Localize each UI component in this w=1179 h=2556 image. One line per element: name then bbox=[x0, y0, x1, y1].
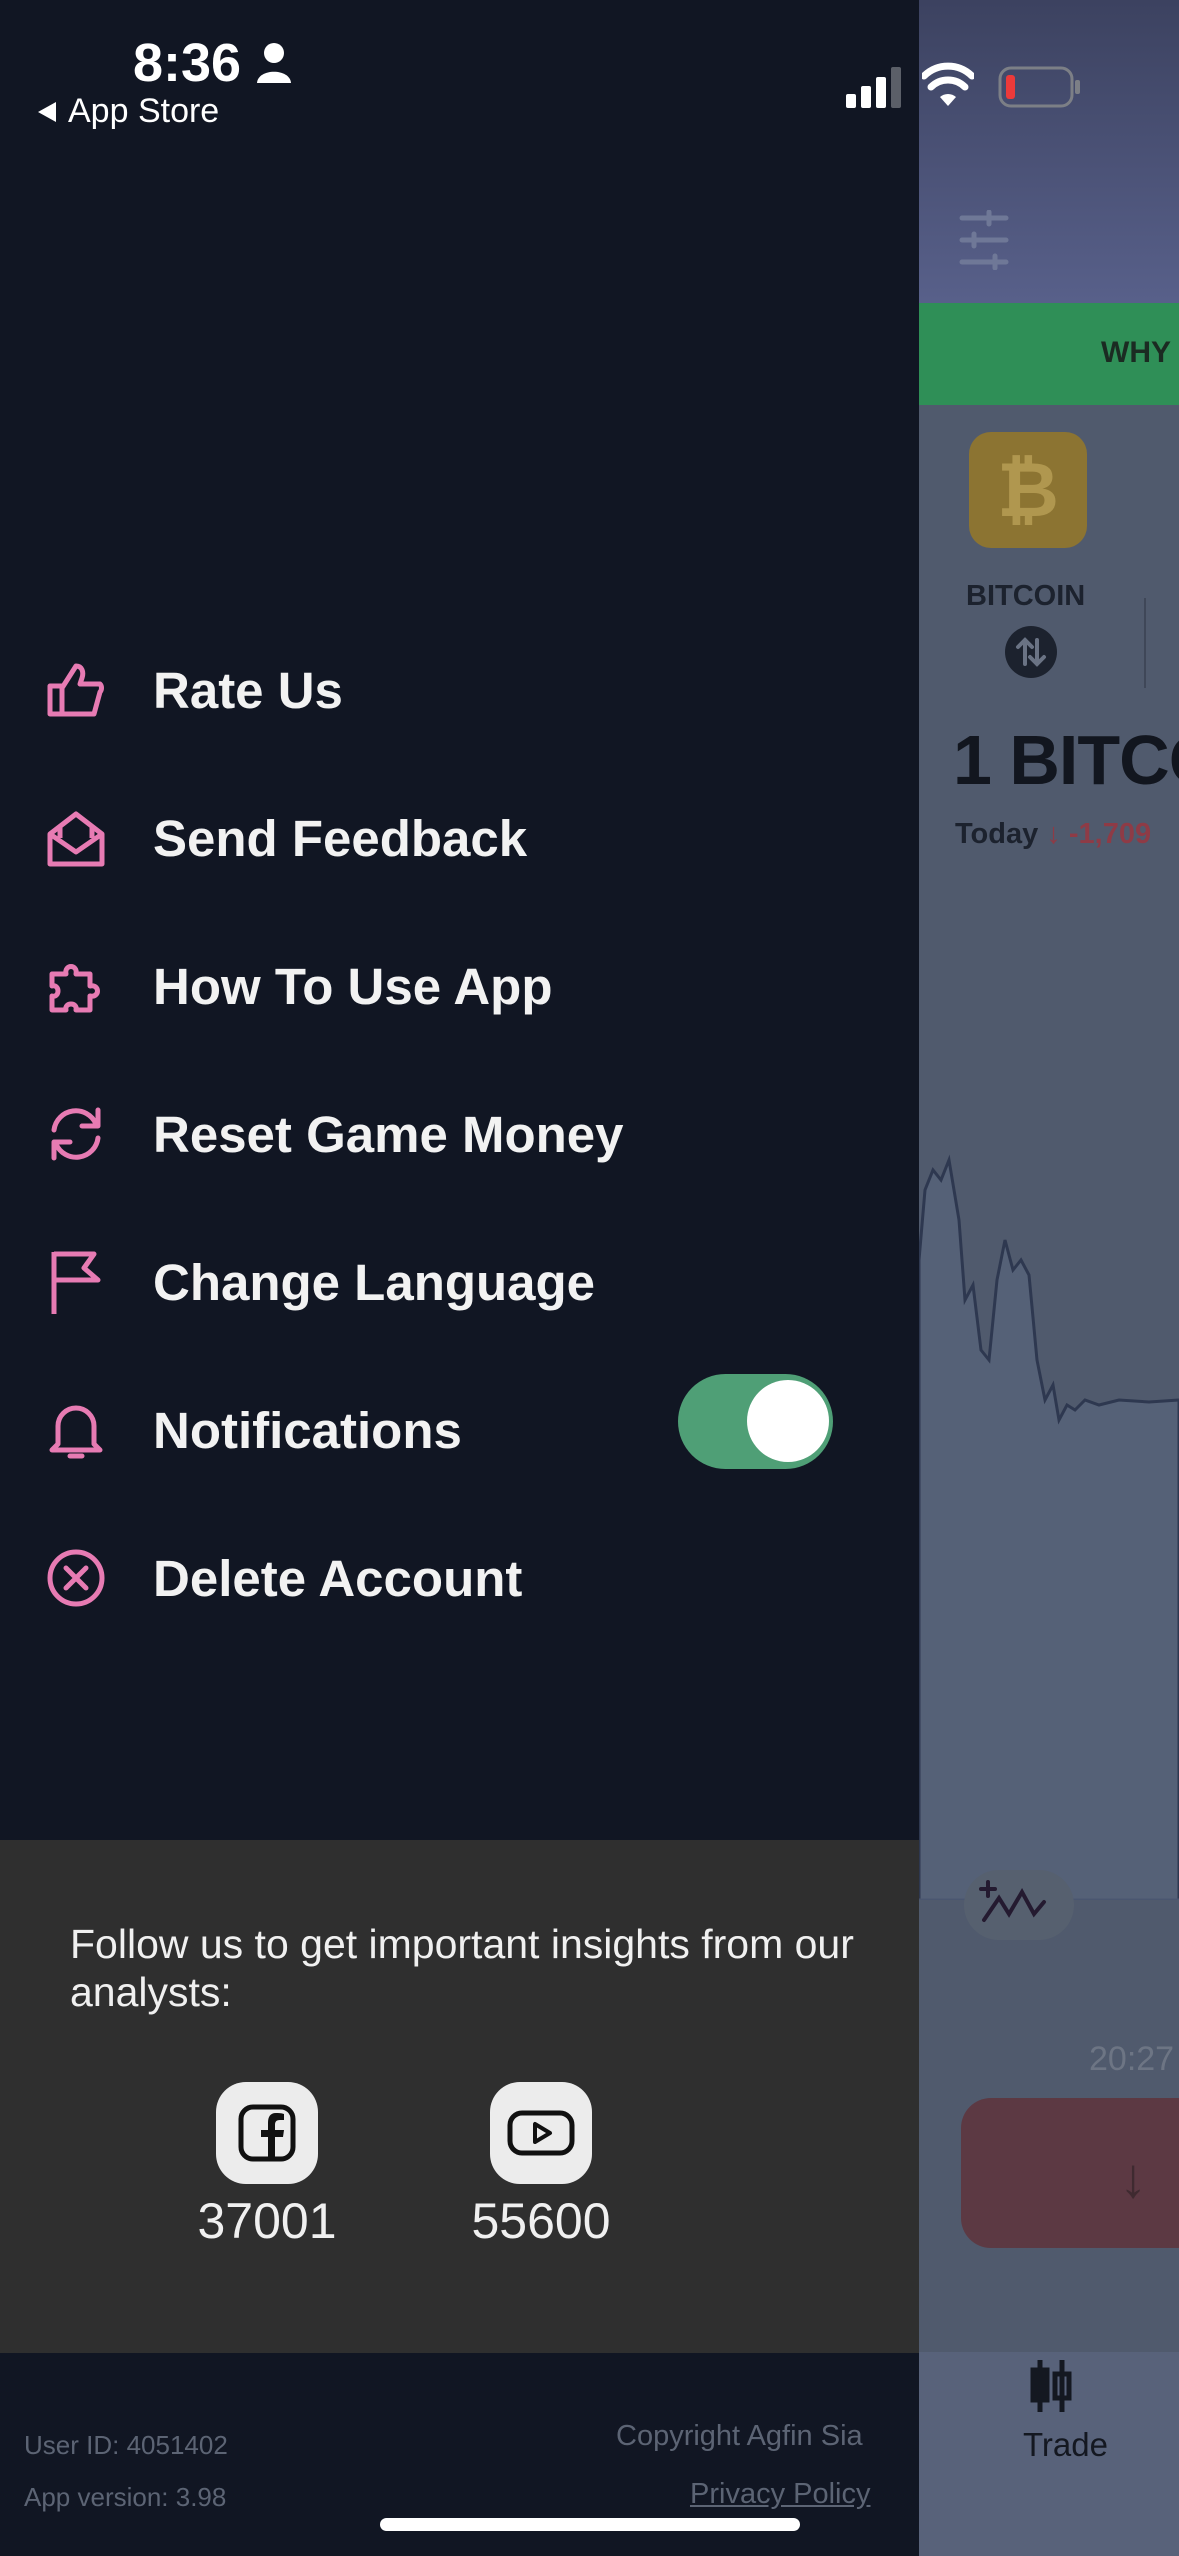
menu-label: Notifications bbox=[153, 1401, 462, 1459]
bg-price-title: 1 BITCO bbox=[953, 721, 1179, 799]
mail-open-icon bbox=[44, 806, 108, 870]
copyright: Copyright Agfin Sia bbox=[616, 2420, 863, 2452]
menu-label: Send Feedback bbox=[153, 809, 528, 867]
back-triangle-icon bbox=[38, 101, 56, 122]
bg-today-change: ↓ -1,709 bbox=[1046, 818, 1152, 850]
user-id: User ID: 4051402 bbox=[24, 2430, 228, 2460]
bg-price-chart bbox=[919, 1154, 1179, 1900]
menu-item-reset-game-money[interactable]: Reset Game Money bbox=[0, 1074, 919, 1194]
youtube-icon bbox=[507, 2110, 575, 2156]
bitcoin-icon: ₿ bbox=[969, 432, 1087, 548]
bg-divider bbox=[1144, 598, 1146, 688]
x-circle-icon bbox=[44, 1546, 108, 1610]
menu-label: Delete Account bbox=[153, 1549, 523, 1607]
candlestick-icon bbox=[1030, 2360, 1072, 2412]
bg-trade-label: Trade bbox=[1023, 2426, 1108, 2463]
bg-coin-label: BITCOIN bbox=[966, 580, 1086, 612]
home-indicator bbox=[380, 2518, 800, 2531]
back-label: App Store bbox=[68, 92, 220, 130]
menu-item-delete-account[interactable]: Delete Account bbox=[0, 1518, 919, 1638]
facebook-icon bbox=[238, 2104, 296, 2162]
menu-label: How To Use App bbox=[153, 957, 553, 1015]
swap-icon bbox=[1005, 626, 1057, 678]
bg-today-label: Today bbox=[955, 818, 1039, 850]
bell-icon bbox=[44, 1398, 108, 1462]
toggle-knob bbox=[747, 1380, 829, 1462]
bg-today: Today ↓ -1,709 bbox=[955, 818, 1151, 851]
facebook-button[interactable] bbox=[216, 2082, 318, 2184]
privacy-policy-link[interactable]: Privacy Policy bbox=[690, 2478, 871, 2511]
follow-panel bbox=[0, 1840, 919, 2353]
menu-label: Reset Game Money bbox=[153, 1105, 624, 1163]
youtube-button[interactable] bbox=[490, 2082, 592, 2184]
menu-label: Change Language bbox=[153, 1253, 596, 1311]
bg-header bbox=[919, 0, 1179, 303]
filter-icon bbox=[959, 210, 1009, 270]
flag-icon bbox=[44, 1250, 108, 1314]
person-icon bbox=[257, 43, 291, 83]
thumbs-up-icon bbox=[44, 658, 108, 722]
refresh-icon bbox=[44, 1102, 108, 1166]
facebook-count: 37001 bbox=[197, 2193, 337, 2249]
bg-chart-time: 20:27 bbox=[1089, 2040, 1175, 2078]
signal-icon bbox=[846, 67, 901, 108]
menu-item-how-to-use[interactable]: How To Use App bbox=[0, 926, 919, 1046]
background-app: WHY ₿ BITCOIN 1 BITCO Today ↓ -1,709 20:… bbox=[919, 0, 1179, 2556]
follow-text: Follow us to get important insights from… bbox=[70, 1921, 854, 2015]
menu-label: Rate Us bbox=[153, 661, 343, 719]
arrow-down-icon: ↓ bbox=[1119, 2146, 1147, 2209]
youtube-count: 55600 bbox=[471, 2193, 611, 2249]
menu-item-send-feedback[interactable]: Send Feedback bbox=[0, 778, 919, 898]
puzzle-icon bbox=[44, 954, 108, 1018]
app-version: App version: 3.98 bbox=[24, 2482, 227, 2512]
menu-item-rate-us[interactable]: Rate Us bbox=[0, 630, 919, 750]
battery-icon bbox=[998, 66, 1080, 108]
bg-banner-text: WHY bbox=[1101, 336, 1171, 369]
back-to-app-store[interactable]: App Store bbox=[36, 92, 219, 131]
status-time: 8:36 bbox=[133, 33, 242, 93]
menu-item-change-language[interactable]: Change Language bbox=[0, 1222, 919, 1342]
wifi-icon bbox=[922, 62, 974, 106]
indicator-button bbox=[964, 1870, 1074, 1940]
